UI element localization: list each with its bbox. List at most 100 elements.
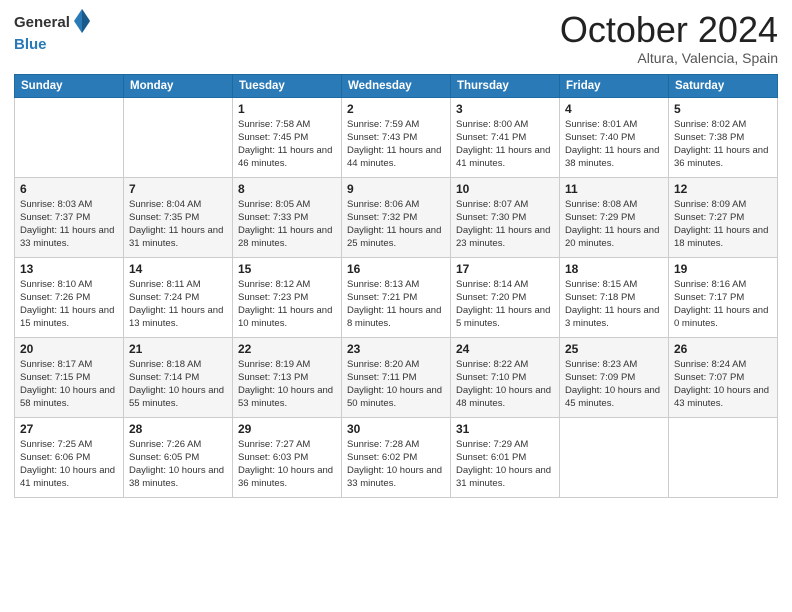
table-row: 1 Sunrise: 7:58 AMSunset: 7:45 PMDayligh… — [233, 97, 342, 177]
table-row: 21 Sunrise: 8:18 AMSunset: 7:14 PMDaylig… — [124, 337, 233, 417]
day-info: Sunrise: 8:11 AMSunset: 7:24 PMDaylight:… — [129, 278, 227, 331]
day-info: Sunrise: 7:25 AMSunset: 6:06 PMDaylight:… — [20, 438, 118, 491]
day-number: 1 — [238, 102, 336, 116]
day-number: 14 — [129, 262, 227, 276]
day-info: Sunrise: 8:08 AMSunset: 7:29 PMDaylight:… — [565, 198, 663, 251]
logo-icon — [72, 6, 92, 36]
day-info: Sunrise: 8:13 AMSunset: 7:21 PMDaylight:… — [347, 278, 445, 331]
day-info: Sunrise: 8:01 AMSunset: 7:40 PMDaylight:… — [565, 118, 663, 171]
table-row: 9 Sunrise: 8:06 AMSunset: 7:32 PMDayligh… — [342, 177, 451, 257]
table-row — [560, 417, 669, 497]
calendar-week-row: 27 Sunrise: 7:25 AMSunset: 6:06 PMDaylig… — [15, 417, 778, 497]
table-row: 2 Sunrise: 7:59 AMSunset: 7:43 PMDayligh… — [342, 97, 451, 177]
calendar-table: Sunday Monday Tuesday Wednesday Thursday… — [14, 74, 778, 498]
day-number: 28 — [129, 422, 227, 436]
day-number: 3 — [456, 102, 554, 116]
table-row: 6 Sunrise: 8:03 AMSunset: 7:37 PMDayligh… — [15, 177, 124, 257]
day-info: Sunrise: 7:59 AMSunset: 7:43 PMDaylight:… — [347, 118, 445, 171]
col-tuesday: Tuesday — [233, 74, 342, 97]
table-row: 30 Sunrise: 7:28 AMSunset: 6:02 PMDaylig… — [342, 417, 451, 497]
day-number: 20 — [20, 342, 118, 356]
table-row: 28 Sunrise: 7:26 AMSunset: 6:05 PMDaylig… — [124, 417, 233, 497]
day-number: 25 — [565, 342, 663, 356]
day-info: Sunrise: 8:05 AMSunset: 7:33 PMDaylight:… — [238, 198, 336, 251]
day-number: 10 — [456, 182, 554, 196]
table-row: 23 Sunrise: 8:20 AMSunset: 7:11 PMDaylig… — [342, 337, 451, 417]
table-row: 5 Sunrise: 8:02 AMSunset: 7:38 PMDayligh… — [669, 97, 778, 177]
month-title: October 2024 — [560, 10, 778, 50]
day-number: 31 — [456, 422, 554, 436]
day-number: 22 — [238, 342, 336, 356]
table-row: 19 Sunrise: 8:16 AMSunset: 7:17 PMDaylig… — [669, 257, 778, 337]
table-row: 7 Sunrise: 8:04 AMSunset: 7:35 PMDayligh… — [124, 177, 233, 257]
day-info: Sunrise: 8:06 AMSunset: 7:32 PMDaylight:… — [347, 198, 445, 251]
day-number: 12 — [674, 182, 772, 196]
day-number: 2 — [347, 102, 445, 116]
page: General Blue October 2024 Altura, Valenc… — [0, 0, 792, 612]
table-row: 22 Sunrise: 8:19 AMSunset: 7:13 PMDaylig… — [233, 337, 342, 417]
day-info: Sunrise: 8:22 AMSunset: 7:10 PMDaylight:… — [456, 358, 554, 411]
day-number: 27 — [20, 422, 118, 436]
day-info: Sunrise: 7:26 AMSunset: 6:05 PMDaylight:… — [129, 438, 227, 491]
day-info: Sunrise: 8:10 AMSunset: 7:26 PMDaylight:… — [20, 278, 118, 331]
day-number: 5 — [674, 102, 772, 116]
day-info: Sunrise: 7:58 AMSunset: 7:45 PMDaylight:… — [238, 118, 336, 171]
day-info: Sunrise: 8:15 AMSunset: 7:18 PMDaylight:… — [565, 278, 663, 331]
day-number: 13 — [20, 262, 118, 276]
table-row: 17 Sunrise: 8:14 AMSunset: 7:20 PMDaylig… — [451, 257, 560, 337]
day-number: 26 — [674, 342, 772, 356]
table-row: 3 Sunrise: 8:00 AMSunset: 7:41 PMDayligh… — [451, 97, 560, 177]
calendar-week-row: 6 Sunrise: 8:03 AMSunset: 7:37 PMDayligh… — [15, 177, 778, 257]
table-row: 20 Sunrise: 8:17 AMSunset: 7:15 PMDaylig… — [15, 337, 124, 417]
day-number: 29 — [238, 422, 336, 436]
table-row: 13 Sunrise: 8:10 AMSunset: 7:26 PMDaylig… — [15, 257, 124, 337]
table-row: 15 Sunrise: 8:12 AMSunset: 7:23 PMDaylig… — [233, 257, 342, 337]
day-info: Sunrise: 8:12 AMSunset: 7:23 PMDaylight:… — [238, 278, 336, 331]
day-number: 9 — [347, 182, 445, 196]
table-row: 31 Sunrise: 7:29 AMSunset: 6:01 PMDaylig… — [451, 417, 560, 497]
table-row: 25 Sunrise: 8:23 AMSunset: 7:09 PMDaylig… — [560, 337, 669, 417]
day-number: 19 — [674, 262, 772, 276]
calendar-week-row: 1 Sunrise: 7:58 AMSunset: 7:45 PMDayligh… — [15, 97, 778, 177]
table-row: 10 Sunrise: 8:07 AMSunset: 7:30 PMDaylig… — [451, 177, 560, 257]
table-row: 16 Sunrise: 8:13 AMSunset: 7:21 PMDaylig… — [342, 257, 451, 337]
day-info: Sunrise: 7:29 AMSunset: 6:01 PMDaylight:… — [456, 438, 554, 491]
day-number: 24 — [456, 342, 554, 356]
day-number: 6 — [20, 182, 118, 196]
day-info: Sunrise: 8:09 AMSunset: 7:27 PMDaylight:… — [674, 198, 772, 251]
col-thursday: Thursday — [451, 74, 560, 97]
day-info: Sunrise: 8:17 AMSunset: 7:15 PMDaylight:… — [20, 358, 118, 411]
col-saturday: Saturday — [669, 74, 778, 97]
table-row: 27 Sunrise: 7:25 AMSunset: 6:06 PMDaylig… — [15, 417, 124, 497]
table-row: 12 Sunrise: 8:09 AMSunset: 7:27 PMDaylig… — [669, 177, 778, 257]
table-row: 29 Sunrise: 7:27 AMSunset: 6:03 PMDaylig… — [233, 417, 342, 497]
day-info: Sunrise: 8:20 AMSunset: 7:11 PMDaylight:… — [347, 358, 445, 411]
table-row: 26 Sunrise: 8:24 AMSunset: 7:07 PMDaylig… — [669, 337, 778, 417]
day-number: 23 — [347, 342, 445, 356]
table-row: 24 Sunrise: 8:22 AMSunset: 7:10 PMDaylig… — [451, 337, 560, 417]
day-info: Sunrise: 8:02 AMSunset: 7:38 PMDaylight:… — [674, 118, 772, 171]
header: General Blue October 2024 Altura, Valenc… — [14, 10, 778, 66]
day-number: 11 — [565, 182, 663, 196]
col-sunday: Sunday — [15, 74, 124, 97]
day-number: 30 — [347, 422, 445, 436]
day-info: Sunrise: 8:24 AMSunset: 7:07 PMDaylight:… — [674, 358, 772, 411]
calendar-week-row: 13 Sunrise: 8:10 AMSunset: 7:26 PMDaylig… — [15, 257, 778, 337]
day-number: 8 — [238, 182, 336, 196]
day-number: 18 — [565, 262, 663, 276]
day-info: Sunrise: 7:27 AMSunset: 6:03 PMDaylight:… — [238, 438, 336, 491]
col-monday: Monday — [124, 74, 233, 97]
table-row — [15, 97, 124, 177]
calendar-header-row: Sunday Monday Tuesday Wednesday Thursday… — [15, 74, 778, 97]
table-row: 18 Sunrise: 8:15 AMSunset: 7:18 PMDaylig… — [560, 257, 669, 337]
day-number: 17 — [456, 262, 554, 276]
logo-blue-text: Blue — [14, 36, 47, 53]
day-info: Sunrise: 8:07 AMSunset: 7:30 PMDaylight:… — [456, 198, 554, 251]
day-info: Sunrise: 7:28 AMSunset: 6:02 PMDaylight:… — [347, 438, 445, 491]
day-info: Sunrise: 8:23 AMSunset: 7:09 PMDaylight:… — [565, 358, 663, 411]
table-row: 11 Sunrise: 8:08 AMSunset: 7:29 PMDaylig… — [560, 177, 669, 257]
calendar-week-row: 20 Sunrise: 8:17 AMSunset: 7:15 PMDaylig… — [15, 337, 778, 417]
col-friday: Friday — [560, 74, 669, 97]
day-info: Sunrise: 8:03 AMSunset: 7:37 PMDaylight:… — [20, 198, 118, 251]
table-row — [669, 417, 778, 497]
